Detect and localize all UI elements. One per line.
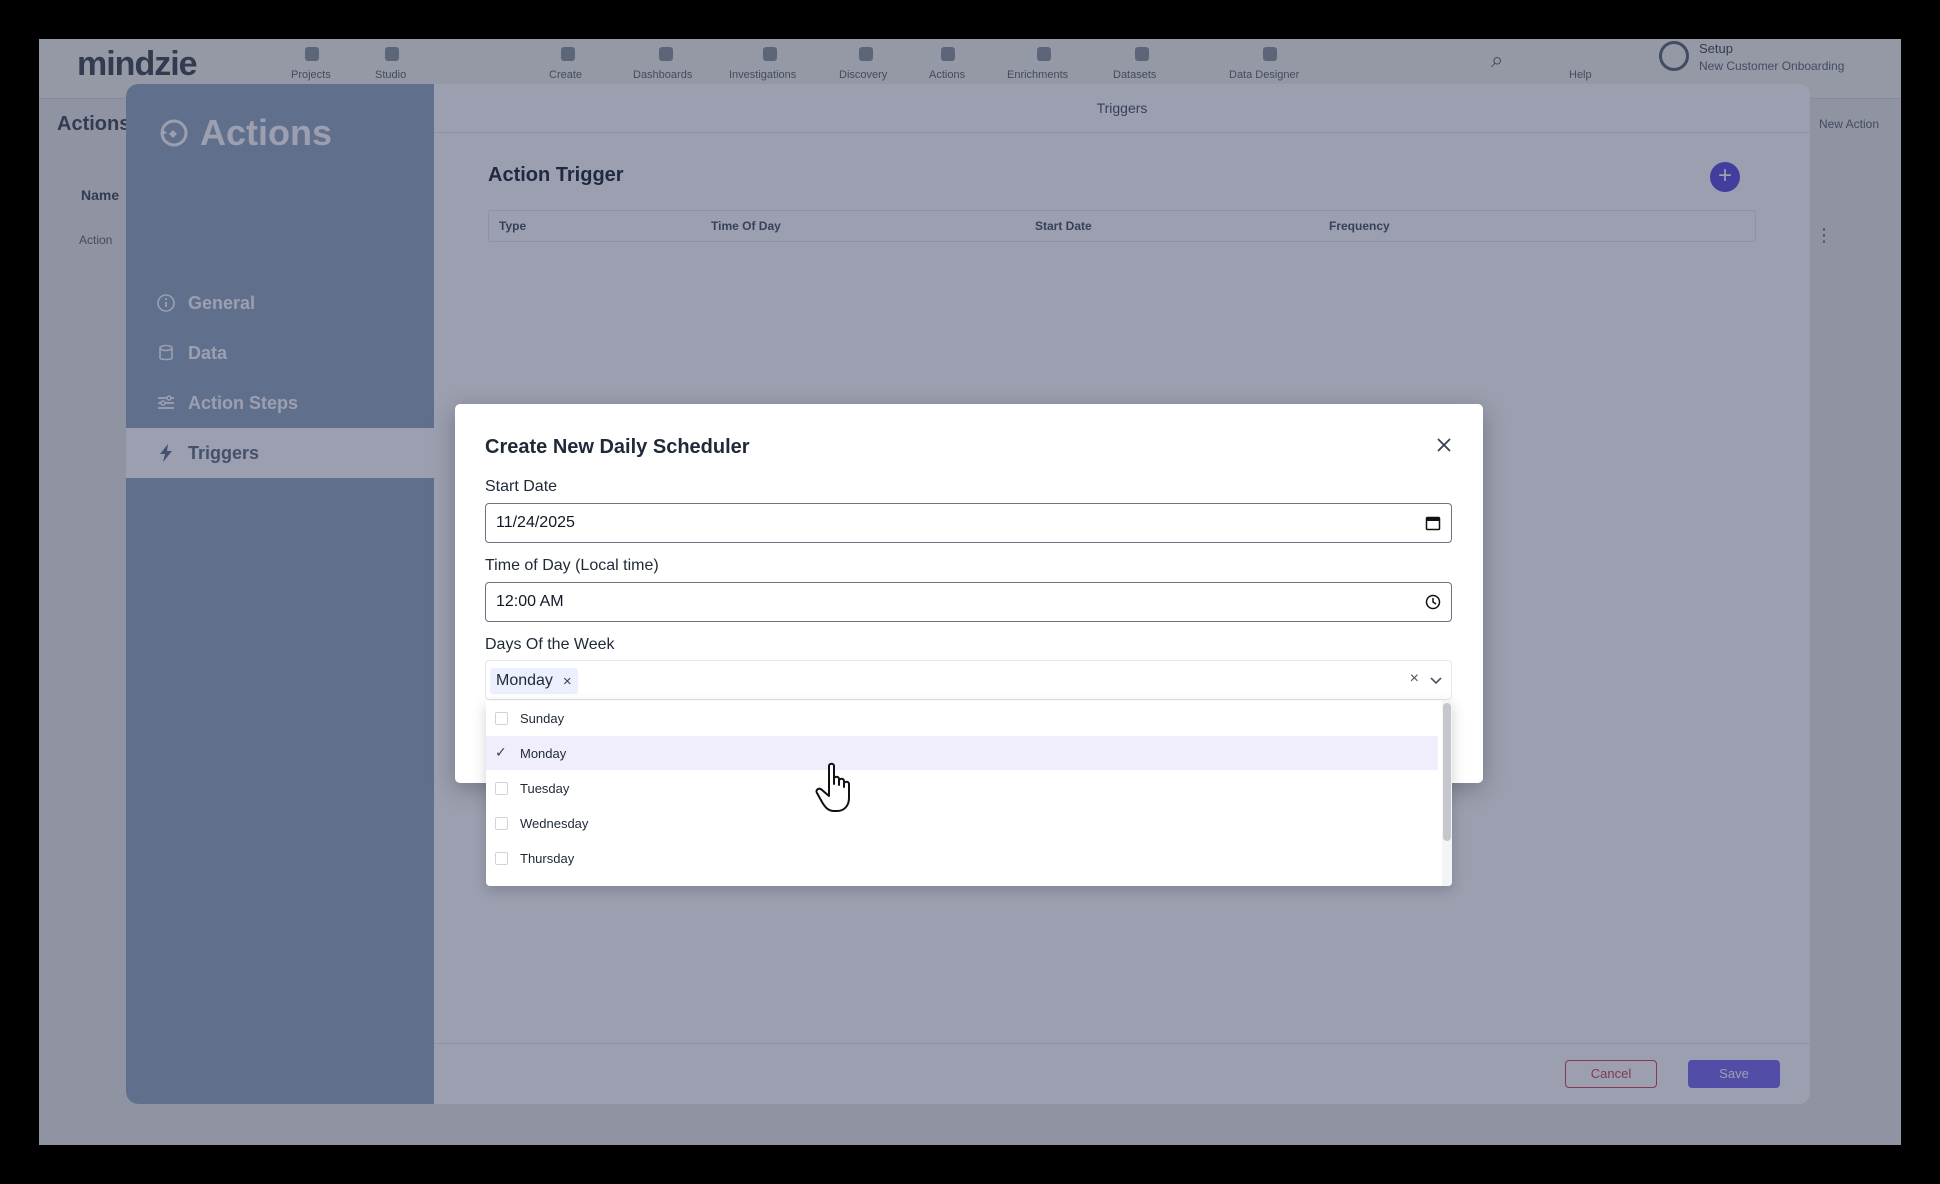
remove-tag-icon[interactable]: ×	[563, 673, 572, 690]
option-label: Monday	[520, 746, 567, 761]
section-title: Action Trigger	[488, 164, 624, 186]
dropdown-option-monday[interactable]: ✓ Monday	[486, 736, 1438, 770]
start-date-label: Start Date	[485, 478, 558, 495]
footer-divider	[434, 1043, 1810, 1044]
time-of-day-label: Time of Day (Local time)	[485, 557, 659, 574]
close-icon[interactable]	[1433, 434, 1455, 456]
hand-cursor-icon	[815, 762, 850, 812]
actions-sidebar-header: Actions	[158, 112, 332, 154]
column-header-time-of-day[interactable]: Time Of Day	[711, 219, 781, 233]
time-of-day-input[interactable]: 12:00 AM	[485, 582, 1452, 622]
checkbox[interactable]	[495, 782, 508, 795]
sidebar-item-action-steps[interactable]: Action Steps	[126, 378, 434, 428]
sidebar-item-label: Triggers	[188, 442, 260, 463]
add-trigger-button[interactable]: +	[1710, 162, 1740, 192]
database-icon	[159, 344, 173, 361]
actions-sidebar: Actions General Data Action Steps Trigge…	[126, 84, 434, 1104]
sidebar-item-data[interactable]: Data	[126, 328, 434, 378]
dropdown-option-sunday[interactable]: Sunday	[486, 701, 1438, 735]
sidebar-item-label: Data	[188, 342, 228, 363]
clock-icon[interactable]	[1425, 594, 1441, 610]
actions-icon	[160, 119, 188, 147]
actions-title: Actions	[200, 112, 333, 153]
time-of-day-value: 12:00 AM	[496, 593, 564, 610]
sidebar-item-label: Action Steps	[188, 392, 299, 413]
option-label: Sunday	[520, 711, 565, 726]
dropdown-option-tuesday[interactable]: Tuesday	[486, 771, 1438, 805]
checkbox[interactable]	[495, 852, 508, 865]
header-divider	[434, 132, 1810, 133]
column-header-start-date[interactable]: Start Date	[1035, 219, 1092, 233]
checkmark-icon[interactable]: ✓	[495, 744, 507, 761]
info-icon	[157, 294, 175, 312]
scrollbar-thumb[interactable]	[1443, 703, 1451, 841]
days-dropdown: Sunday ✓ Monday Tuesday Wednesday Thursd…	[486, 701, 1452, 886]
option-label: Tuesday	[520, 781, 570, 796]
days-of-week-label: Days Of the Week	[485, 636, 615, 653]
cancel-button[interactable]: Cancel	[1565, 1060, 1657, 1088]
dialog-title: Create New Daily Scheduler	[485, 436, 750, 458]
lightning-icon	[160, 444, 172, 462]
dropdown-option-wednesday[interactable]: Wednesday	[486, 806, 1438, 840]
start-date-value: 11/24/2025	[496, 514, 575, 531]
chevron-down-icon[interactable]	[1429, 673, 1443, 687]
save-button[interactable]: Save	[1688, 1060, 1780, 1088]
start-date-input[interactable]: 11/24/2025	[485, 503, 1452, 543]
selected-day-label: Monday	[496, 672, 553, 689]
column-header-frequency[interactable]: Frequency	[1329, 219, 1390, 233]
days-of-week-select[interactable]: Monday × ×	[485, 660, 1452, 700]
dropdown-scrollbar[interactable]	[1442, 701, 1452, 886]
trigger-table-header: Type Time Of Day Start Date Frequency	[488, 210, 1756, 242]
option-label: Thursday	[520, 851, 575, 866]
dropdown-option-thursday[interactable]: Thursday	[486, 841, 1438, 875]
clear-all-icon[interactable]: ×	[1410, 670, 1419, 688]
checkbox[interactable]	[495, 712, 508, 725]
actions-nav: General Data Action Steps Triggers	[126, 278, 434, 478]
checkbox[interactable]	[495, 817, 508, 830]
calendar-icon[interactable]	[1425, 515, 1441, 531]
column-header-type[interactable]: Type	[499, 219, 526, 233]
sidebar-item-triggers[interactable]: Triggers	[126, 428, 434, 478]
tab-triggers: Triggers	[1096, 100, 1148, 116]
selected-day-tag: Monday ×	[490, 668, 578, 694]
sidebar-item-label: General	[188, 292, 256, 313]
sidebar-item-general[interactable]: General	[126, 278, 434, 328]
option-label: Wednesday	[520, 816, 589, 831]
steps-icon	[158, 395, 174, 409]
